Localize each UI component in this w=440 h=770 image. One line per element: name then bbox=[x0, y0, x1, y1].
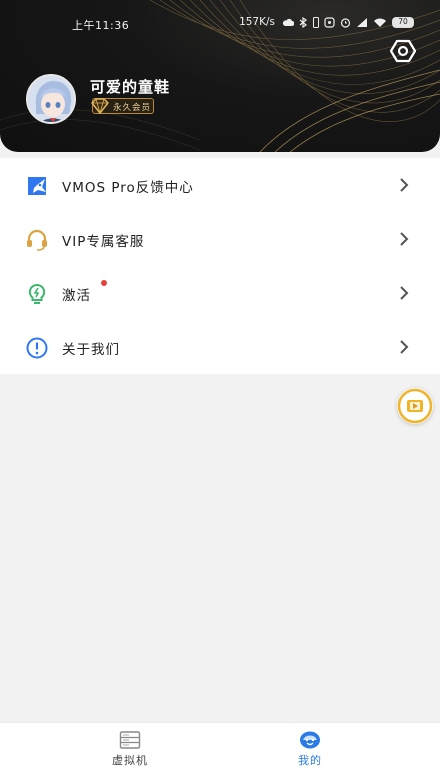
status-time: 上午11:36 bbox=[72, 19, 130, 32]
feedback-icon bbox=[28, 177, 46, 195]
chevron-right-icon bbox=[400, 178, 409, 192]
vibrate-icon bbox=[313, 16, 319, 28]
vip-badge: 永久会员 bbox=[91, 98, 154, 114]
floating-ad-button[interactable] bbox=[397, 388, 433, 424]
bulb-icon bbox=[28, 283, 46, 304]
menu-item-about[interactable]: 关于我们 bbox=[0, 320, 440, 374]
vip-badge-label: 永久会员 bbox=[113, 103, 152, 113]
profile-header: 上午11:36 157K/s 70 可爱的童鞋 永久会员 bbox=[0, 0, 440, 152]
signal-icon bbox=[357, 17, 367, 27]
status-bar: 上午11:36 157K/s 70 bbox=[0, 14, 440, 34]
username: 可爱的童鞋 bbox=[90, 78, 171, 96]
menu-item-label: VIP专属客服 bbox=[62, 234, 145, 250]
tab-label: 我的 bbox=[298, 754, 322, 767]
menu-item-label: 关于我们 bbox=[62, 342, 120, 358]
menu-item-feedback[interactable]: VMOS Pro反馈中心 bbox=[0, 158, 440, 212]
notification-dot bbox=[101, 280, 107, 286]
settings-gear-icon[interactable] bbox=[390, 38, 416, 64]
menu-item-label: VMOS Pro反馈中心 bbox=[62, 180, 194, 196]
network-speed: 157K/s bbox=[239, 16, 275, 28]
chevron-right-icon bbox=[400, 286, 409, 300]
alarm-icon bbox=[340, 17, 351, 28]
avatar[interactable] bbox=[26, 74, 76, 124]
headset-icon bbox=[27, 229, 47, 251]
video-box-icon bbox=[397, 388, 433, 424]
chevron-right-icon bbox=[400, 340, 409, 354]
settings-menu: VMOS Pro反馈中心 VIP专属客服 激活 关于我们 bbox=[0, 158, 440, 374]
cloud-icon bbox=[282, 18, 294, 26]
bottom-navigation: 虚拟机 我的 bbox=[0, 722, 440, 770]
battery-indicator: 70 bbox=[392, 16, 414, 28]
diamond-icon bbox=[91, 98, 109, 114]
menu-item-vip-service[interactable]: VIP专属客服 bbox=[0, 212, 440, 266]
bluetooth-icon bbox=[299, 16, 308, 28]
tab-me[interactable]: 我的 bbox=[200, 723, 420, 770]
wifi-icon bbox=[374, 18, 386, 27]
server-icon bbox=[119, 731, 141, 749]
menu-item-label: 激活 bbox=[62, 288, 91, 304]
menu-item-activate[interactable]: 激活 bbox=[0, 266, 440, 320]
profile-face-icon bbox=[300, 731, 320, 749]
chevron-right-icon bbox=[400, 232, 409, 246]
nfc-icon bbox=[324, 16, 335, 28]
info-icon bbox=[26, 337, 48, 359]
